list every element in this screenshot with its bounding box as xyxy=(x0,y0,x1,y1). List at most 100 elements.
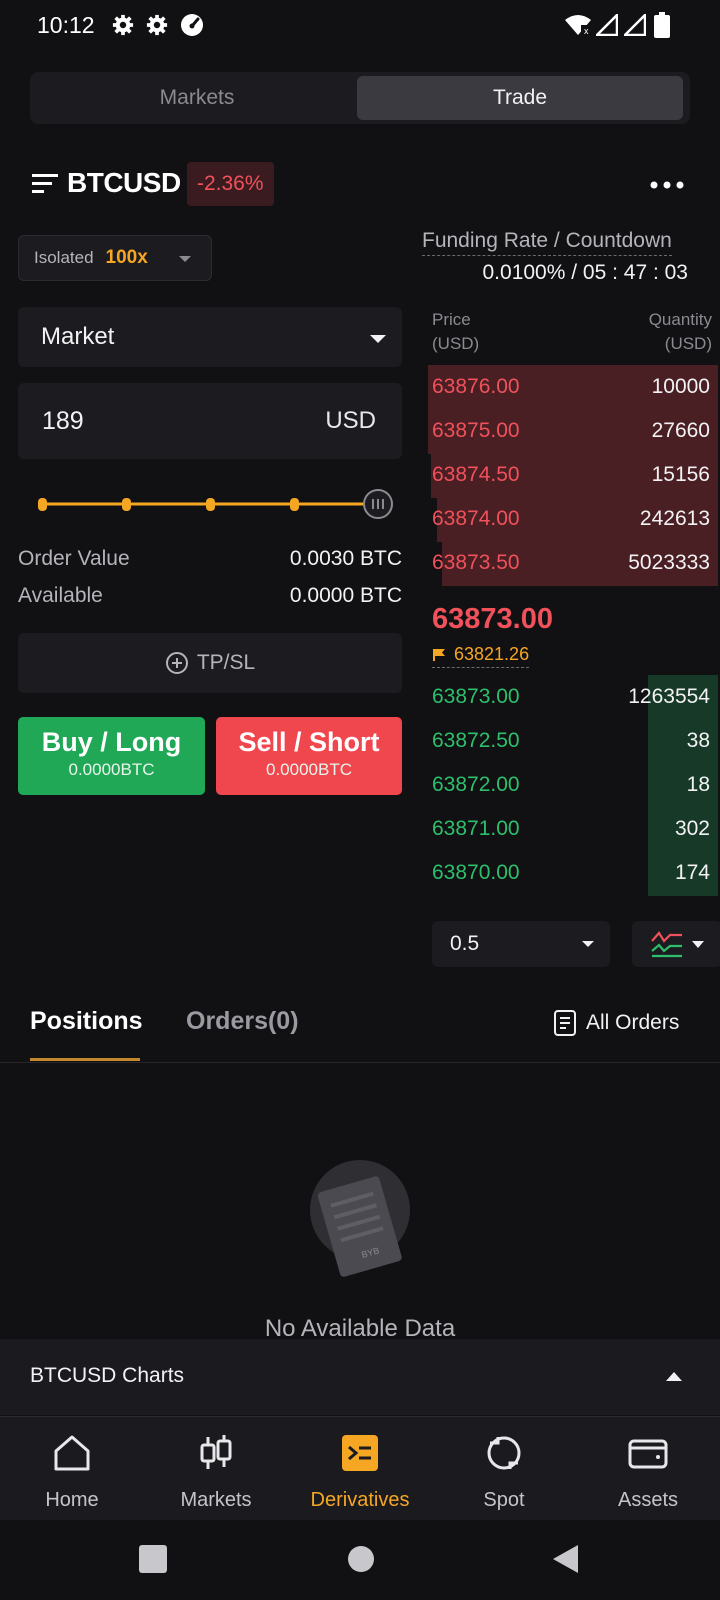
signal-icon xyxy=(596,14,618,36)
active-tab-indicator xyxy=(30,1058,140,1061)
flag-icon xyxy=(433,648,445,661)
ask-row[interactable]: 63874.00 242613 xyxy=(432,497,718,542)
tpsl-label: TP/SL xyxy=(196,651,256,674)
row-quantity: 302 xyxy=(674,817,710,840)
signal-icon xyxy=(624,14,646,36)
charts-expander[interactable]: BTCUSD Charts xyxy=(0,1339,720,1415)
tab-markets[interactable]: Markets xyxy=(34,76,360,120)
wifi-icon: x xyxy=(565,15,591,36)
funding-rate-label[interactable]: Funding Rate / Countdown xyxy=(422,229,672,256)
nav-label: Derivatives xyxy=(310,1489,410,1511)
markets-trade-switch: Markets Trade xyxy=(30,72,690,124)
orderbook-view-toggle[interactable] xyxy=(632,921,720,967)
buy-long-button[interactable]: Buy / Long 0.0000BTC xyxy=(18,717,205,795)
tab-trade[interactable]: Trade xyxy=(357,76,683,120)
spot-icon xyxy=(487,1436,521,1470)
back-icon[interactable] xyxy=(550,1543,580,1575)
orderbook-qty-header: Quantity (USD) xyxy=(560,308,712,356)
bid-row[interactable]: 63873.00 1263554 xyxy=(432,675,718,720)
divider xyxy=(0,1062,720,1063)
slider-tick[interactable] xyxy=(206,498,215,511)
row-quantity: 5023333 xyxy=(628,551,710,574)
more-icon[interactable] xyxy=(650,181,684,189)
bid-row[interactable]: 63871.00 302 xyxy=(432,807,718,852)
quantity-unit: USD xyxy=(325,407,376,434)
row-quantity: 27660 xyxy=(651,419,710,442)
leverage-value: 100x xyxy=(105,247,148,268)
gear-icon xyxy=(146,14,168,36)
row-quantity: 10000 xyxy=(651,375,710,398)
svg-text:x: x xyxy=(584,26,589,36)
ask-row[interactable]: 63875.00 27660 xyxy=(428,409,718,454)
tpsl-button[interactable]: TP/SL xyxy=(18,633,402,693)
tab-orders[interactable]: Orders(0) xyxy=(186,1007,299,1036)
slider-tick[interactable] xyxy=(122,498,131,511)
gauge-icon xyxy=(181,14,203,36)
row-quantity: 38 xyxy=(686,729,710,752)
bid-row[interactable]: 63872.00 18 xyxy=(432,763,718,808)
bid-row[interactable]: 63872.50 38 xyxy=(432,719,718,764)
row-price: 63871.00 xyxy=(432,817,520,840)
ask-row[interactable]: 63874.50 15156 xyxy=(431,453,718,498)
status-bar: 10:12 x xyxy=(0,0,720,52)
nav-item-derivatives[interactable]: Derivatives xyxy=(288,1417,432,1521)
tab-positions[interactable]: Positions xyxy=(30,1007,143,1036)
document-icon xyxy=(554,1010,576,1036)
row-price: 63873.50 xyxy=(432,551,520,574)
buy-amount: 0.0000BTC xyxy=(68,760,155,779)
derivatives-icon xyxy=(342,1435,378,1471)
order-type-dropdown[interactable]: Market xyxy=(18,307,402,367)
bid-row[interactable]: 63870.00 174 xyxy=(432,851,718,896)
quantity-slider[interactable] xyxy=(34,487,394,521)
slider-handle[interactable] xyxy=(363,489,393,519)
mark-price[interactable]: 63821.26 xyxy=(432,644,530,668)
row-quantity: 242613 xyxy=(639,507,710,530)
all-orders-link[interactable]: All Orders xyxy=(554,1010,679,1036)
row-price: 63874.50 xyxy=(432,463,520,486)
depth-chart-icon xyxy=(651,931,704,958)
mark-price-value: 63821.26 xyxy=(454,644,530,664)
last-price[interactable]: 63873.00 xyxy=(432,603,553,636)
home-circle-icon[interactable] xyxy=(346,1544,376,1574)
order-type-value: Market xyxy=(41,323,115,350)
system-nav-bar xyxy=(0,1520,720,1600)
nav-item-markets[interactable]: Markets xyxy=(144,1417,288,1521)
wallet-icon xyxy=(628,1439,668,1469)
row-quantity: 18 xyxy=(686,773,710,796)
candlestick-icon xyxy=(200,1435,232,1469)
row-price: 63872.00 xyxy=(432,773,520,796)
symbol-title[interactable]: BTCUSD xyxy=(67,167,181,199)
nav-label: Home xyxy=(45,1489,99,1511)
plus-circle-icon xyxy=(165,652,188,674)
quantity-value: 189 xyxy=(42,407,84,435)
slider-tick[interactable] xyxy=(38,498,47,511)
slider-tick[interactable] xyxy=(290,498,299,511)
margin-leverage-selector[interactable]: Isolated 100x xyxy=(18,235,212,281)
menu-icon[interactable] xyxy=(32,174,58,194)
nav-item-spot[interactable]: Spot xyxy=(432,1417,576,1521)
available-value: 0.0000 BTC xyxy=(289,584,402,607)
ask-row[interactable]: 63873.50 5023333 xyxy=(432,541,718,586)
order-value-label: Order Value xyxy=(18,547,130,570)
ask-row[interactable]: 63876.00 10000 xyxy=(428,365,718,410)
battery-icon xyxy=(654,12,670,38)
recents-icon[interactable] xyxy=(138,1544,168,1574)
quantity-input[interactable]: 189 USD xyxy=(18,383,402,459)
bottom-nav: Home Markets Derivatives Spot Assets xyxy=(0,1416,720,1520)
row-price: 63870.00 xyxy=(432,861,520,884)
qty-header-label: Quantity xyxy=(648,310,712,329)
precision-dropdown[interactable]: 0.5 xyxy=(432,921,610,967)
price-header-label: Price xyxy=(432,310,471,329)
row-quantity: 15156 xyxy=(651,463,710,486)
orderbook-price-header: Price (USD) xyxy=(432,308,479,356)
empty-document-illustration: BYB xyxy=(310,1160,410,1277)
nav-item-home[interactable]: Home xyxy=(0,1417,144,1521)
sell-amount: 0.0000BTC xyxy=(266,760,352,779)
row-quantity: 174 xyxy=(674,861,710,884)
price-change-badge: -2.36% xyxy=(187,162,274,206)
buy-label: Buy / Long xyxy=(41,727,182,757)
price-header-unit: (USD) xyxy=(432,334,480,353)
sell-short-button[interactable]: Sell / Short 0.0000BTC xyxy=(216,717,402,795)
nav-item-assets[interactable]: Assets xyxy=(576,1417,720,1521)
all-orders-label: All Orders xyxy=(586,1011,680,1034)
